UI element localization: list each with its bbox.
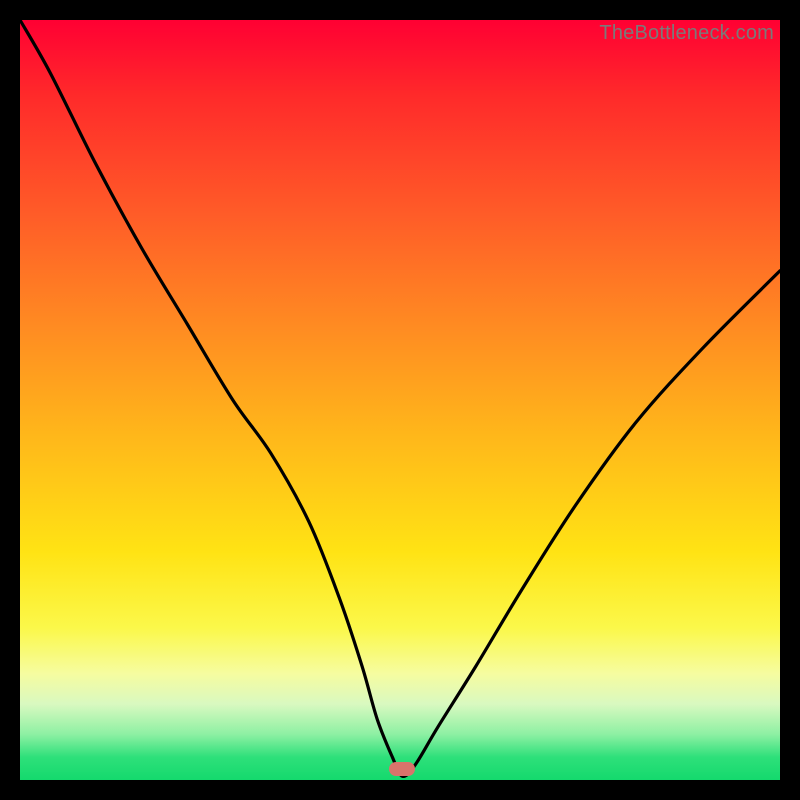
chart-frame: TheBottleneck.com [0, 0, 800, 800]
optimal-marker [389, 762, 415, 776]
watermark-text: TheBottleneck.com [599, 22, 774, 45]
bottleneck-curve [20, 20, 780, 780]
plot-area: TheBottleneck.com [20, 20, 780, 780]
